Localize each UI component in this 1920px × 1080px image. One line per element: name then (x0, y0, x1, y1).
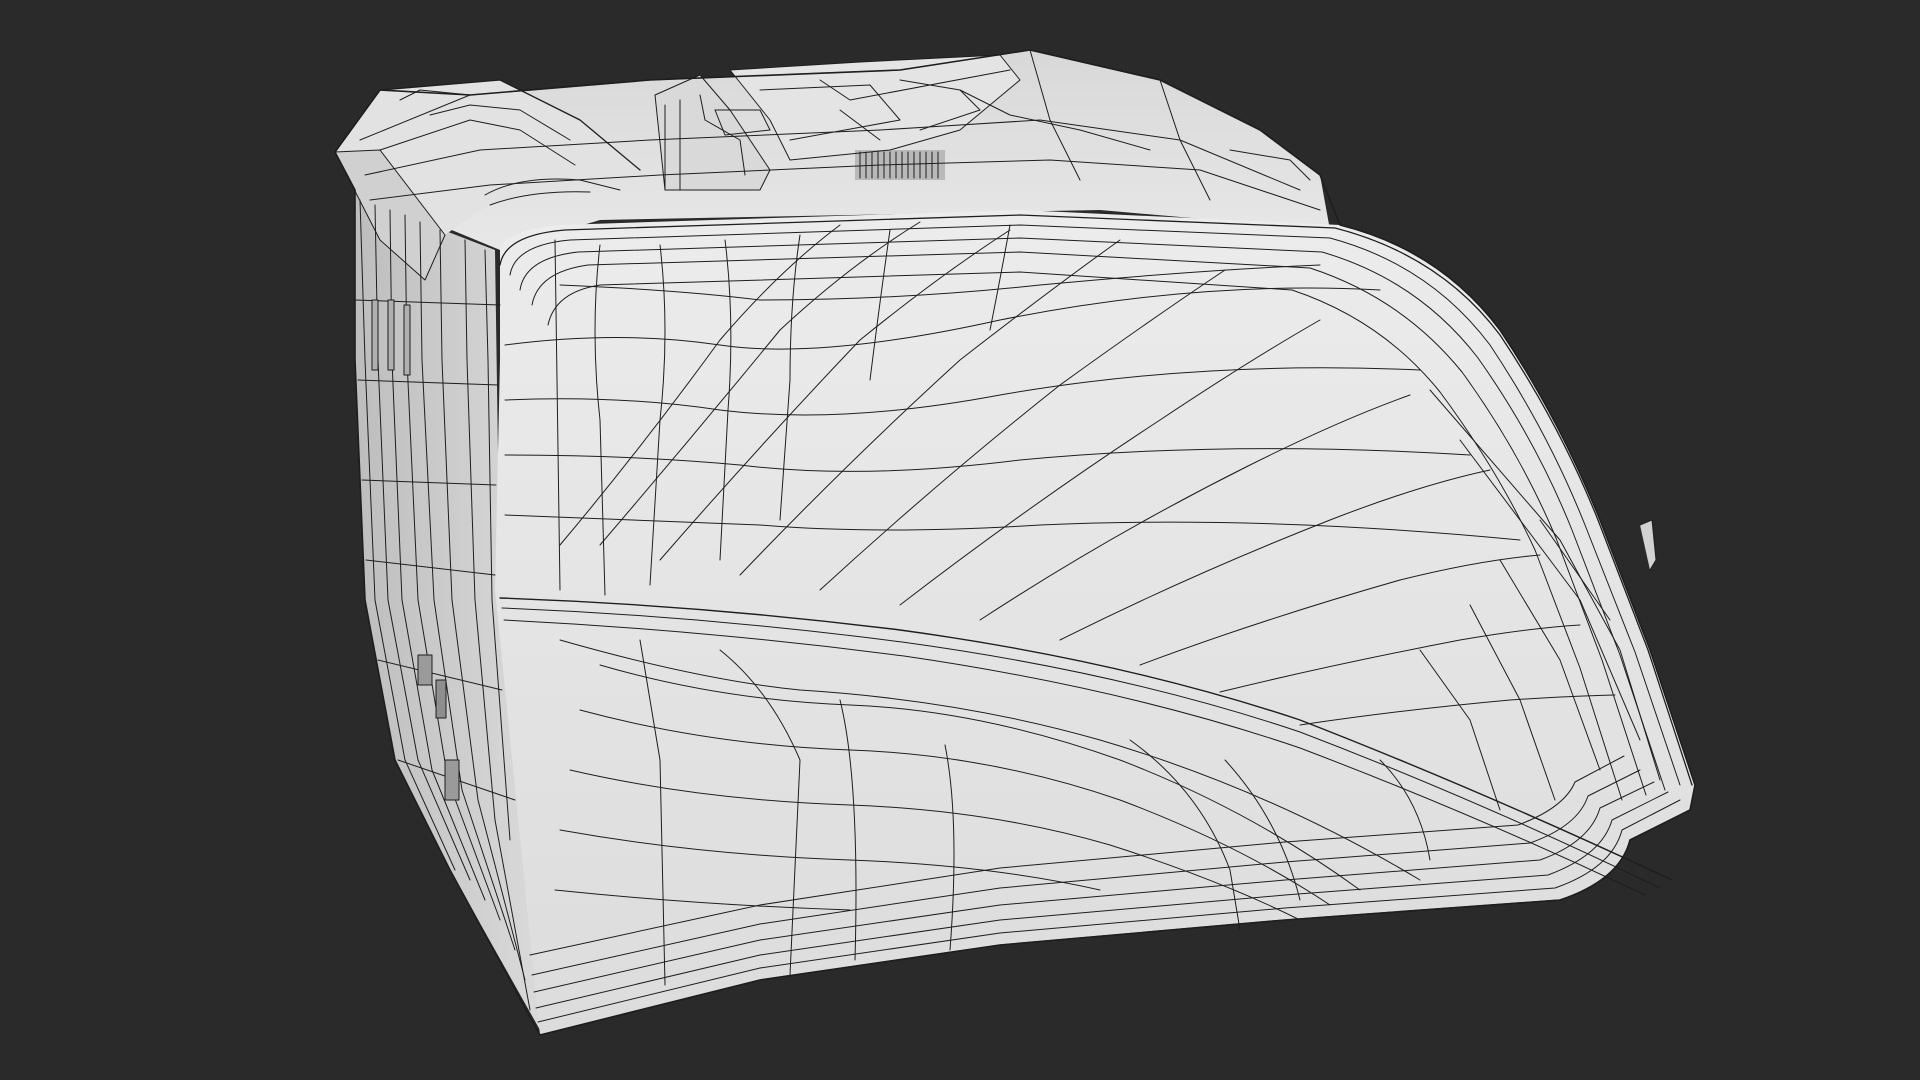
side-port-2 (435, 679, 447, 719)
render-viewport (0, 0, 1920, 1080)
side-slot-1 (371, 299, 379, 371)
side-port-1 (417, 654, 433, 686)
side-port-3 (444, 759, 460, 801)
side-slot-2 (387, 299, 395, 371)
side-slot-3 (403, 304, 411, 376)
